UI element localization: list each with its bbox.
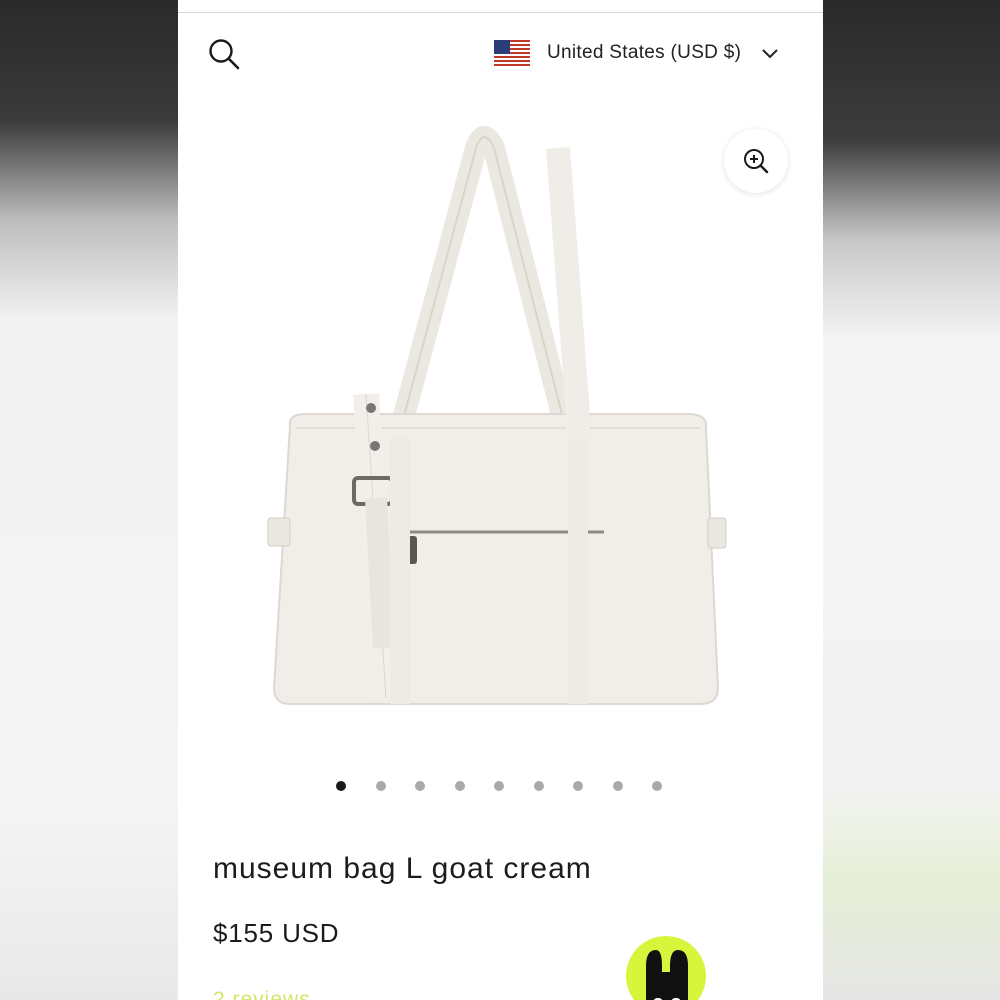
pagination-dot[interactable] bbox=[494, 781, 504, 791]
header: United States (USD $) bbox=[178, 22, 823, 82]
background-left bbox=[0, 0, 178, 1000]
pagination-dot[interactable] bbox=[533, 781, 544, 791]
chevron-down-icon bbox=[762, 49, 778, 59]
product-image bbox=[267, 126, 727, 705]
chat-widget-button[interactable] bbox=[626, 936, 706, 1000]
pagination-dot[interactable] bbox=[336, 781, 346, 791]
zoom-in-icon bbox=[744, 149, 769, 174]
divider bbox=[178, 12, 823, 13]
product-title: museum bag L goat cream bbox=[213, 852, 592, 885]
zoom-button[interactable] bbox=[724, 129, 788, 193]
product-price: $155 USD bbox=[213, 918, 340, 948]
background-right bbox=[823, 0, 1000, 1000]
pagination-dot[interactable] bbox=[652, 781, 662, 791]
mascot-icon bbox=[646, 950, 688, 1000]
search-button[interactable] bbox=[204, 34, 244, 74]
pagination-dot[interactable] bbox=[454, 781, 465, 791]
pagination-dot[interactable] bbox=[573, 781, 583, 791]
region-label: United States (USD $) bbox=[547, 42, 742, 63]
gallery-pagination bbox=[336, 781, 666, 795]
pagination-dot[interactable] bbox=[415, 781, 425, 791]
product-page: United States (USD $) museum bag L goat … bbox=[178, 0, 823, 1000]
region-selector[interactable]: United States (USD $) bbox=[494, 36, 779, 70]
reviews-link[interactable]: 2 reviews bbox=[213, 988, 311, 1000]
us-flag-icon bbox=[494, 40, 530, 66]
pagination-dot[interactable] bbox=[375, 781, 386, 791]
product-gallery[interactable] bbox=[178, 96, 823, 756]
search-icon bbox=[209, 39, 240, 70]
pagination-dot[interactable] bbox=[612, 781, 623, 791]
